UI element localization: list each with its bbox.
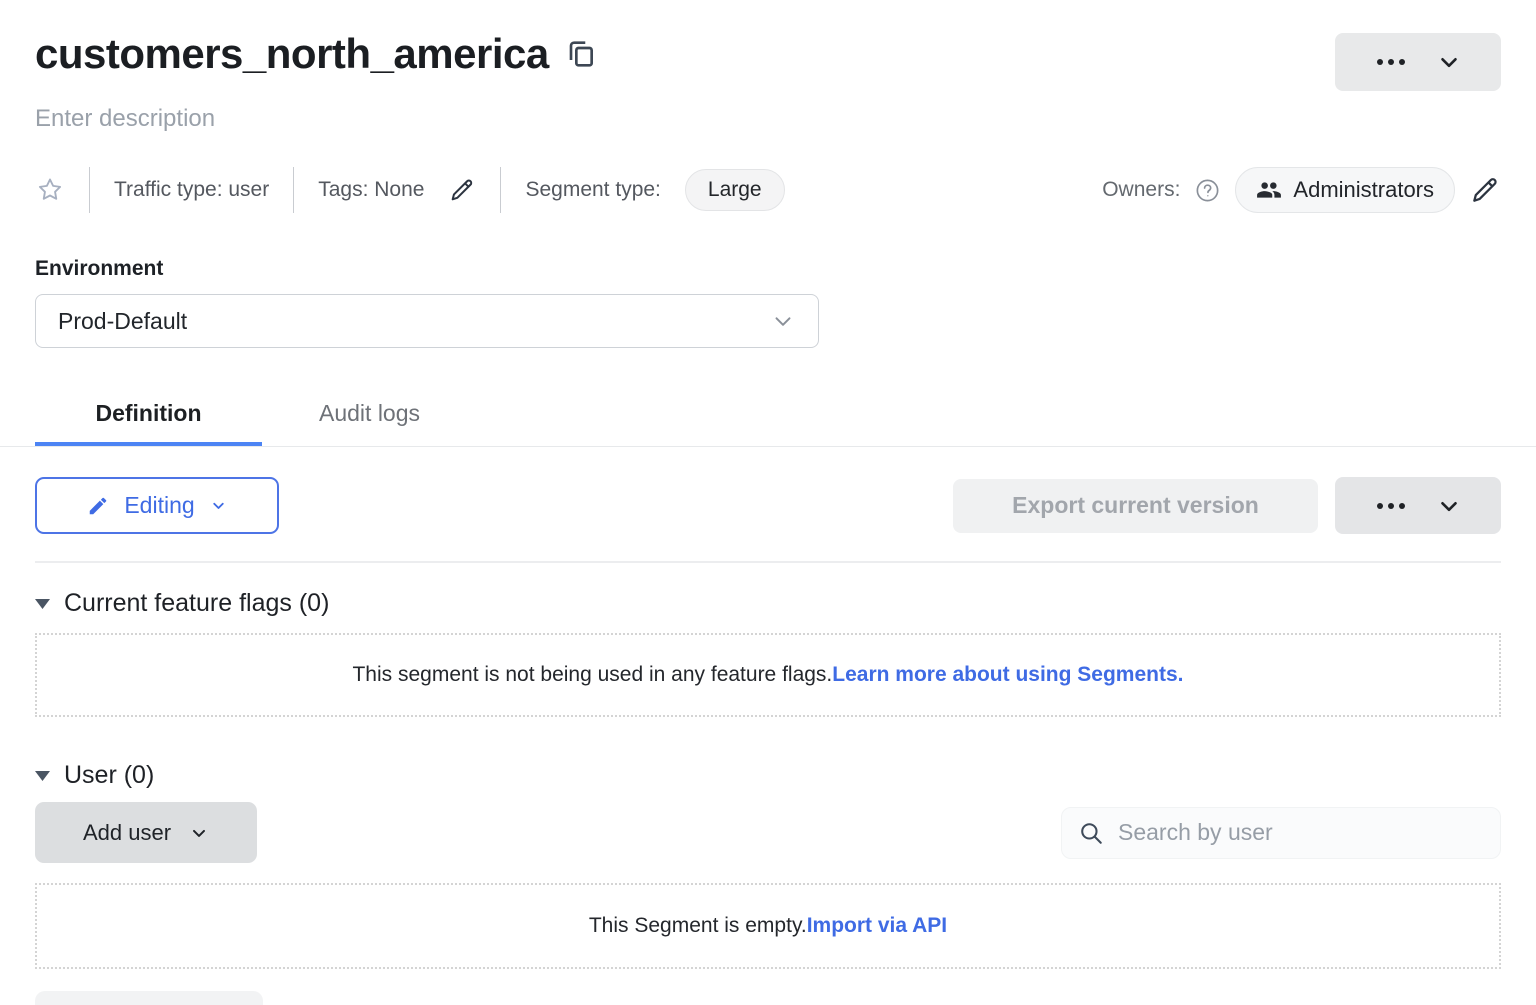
cut-off-button xyxy=(35,991,263,1005)
tab-definition-label: Definition xyxy=(95,400,201,426)
more-dots-icon xyxy=(1375,503,1408,509)
chevron-down-icon xyxy=(1436,493,1462,519)
user-search xyxy=(1061,807,1501,859)
people-icon xyxy=(1256,177,1282,203)
divider xyxy=(293,167,294,213)
segment-detail-page: customers_north_america Enter descriptio… xyxy=(0,0,1536,1002)
export-current-version-button[interactable]: Export current version xyxy=(953,479,1318,533)
meta-left: Traffic type: user Tags: None Segment ty… xyxy=(35,167,785,213)
user-controls: Add user xyxy=(35,802,1501,863)
divider xyxy=(89,167,90,213)
environment-selected-value: Prod-Default xyxy=(58,308,187,335)
copy-icon[interactable] xyxy=(565,38,597,70)
search-by-user-input[interactable] xyxy=(1116,818,1484,847)
segment-type-label: Segment type: xyxy=(525,178,660,202)
help-icon[interactable] xyxy=(1194,177,1221,204)
editing-mode-button[interactable]: Editing xyxy=(35,477,279,534)
favorite-star-icon[interactable] xyxy=(35,175,65,205)
editing-label: Editing xyxy=(124,492,194,519)
tab-audit-logs[interactable]: Audit logs xyxy=(262,388,477,446)
environment-select[interactable]: Prod-Default xyxy=(35,294,819,348)
add-user-label: Add user xyxy=(83,820,171,846)
toolbar-more-menu-button[interactable] xyxy=(1335,477,1501,534)
user-empty-state: This Segment is empty.Import via API xyxy=(35,883,1501,969)
owners-label: Owners: xyxy=(1102,178,1180,202)
environment-label: Environment xyxy=(35,257,1501,281)
title-wrap: customers_north_america xyxy=(35,30,597,78)
user-heading[interactable]: User (0) xyxy=(35,761,1501,790)
feature-flags-empty-state: This segment is not being used in any fe… xyxy=(35,633,1501,717)
chevron-down-icon xyxy=(189,823,209,843)
chevron-down-icon xyxy=(770,308,796,334)
tags-label: Tags: None xyxy=(318,178,424,202)
tab-audit-logs-label: Audit logs xyxy=(319,400,420,426)
feature-flags-heading[interactable]: Current feature flags (0) xyxy=(35,589,1501,618)
search-icon xyxy=(1078,820,1104,846)
meta-row: Traffic type: user Tags: None Segment ty… xyxy=(35,167,1501,213)
toolbar-right: Export current version xyxy=(953,477,1501,534)
header-more-menu-button[interactable] xyxy=(1335,33,1501,91)
feature-flags-empty-text: This segment is not being used in any fe… xyxy=(352,663,832,687)
user-heading-label: User (0) xyxy=(64,761,154,790)
meta-right: Owners: Administrators xyxy=(1102,167,1501,213)
tab-bar: Definition Audit logs xyxy=(0,388,1536,447)
import-via-api-link[interactable]: Import via API xyxy=(807,914,947,938)
header: customers_north_america xyxy=(35,0,1501,91)
learn-more-link[interactable]: Learn more about using Segments. xyxy=(832,663,1183,687)
more-dots-icon xyxy=(1375,59,1408,65)
edit-tags-icon[interactable] xyxy=(448,176,476,204)
feature-flags-heading-label: Current feature flags (0) xyxy=(64,589,329,618)
chevron-down-icon xyxy=(210,497,227,514)
segment-type-badge: Large xyxy=(685,169,785,211)
collapse-triangle-icon xyxy=(35,771,50,781)
page-title: customers_north_america xyxy=(35,30,549,78)
user-section: User (0) Add user This Segment is empty.… xyxy=(35,761,1501,969)
section-divider xyxy=(35,561,1501,563)
user-empty-text: This Segment is empty. xyxy=(589,914,807,938)
owners-value: Administrators xyxy=(1293,177,1434,203)
edit-owners-icon[interactable] xyxy=(1469,174,1501,206)
pencil-icon xyxy=(87,495,109,517)
traffic-type-label: Traffic type: user xyxy=(114,178,269,202)
chevron-down-icon xyxy=(1436,49,1462,75)
definition-toolbar: Editing Export current version xyxy=(35,477,1501,534)
feature-flags-section: Current feature flags (0) This segment i… xyxy=(35,589,1501,717)
description-placeholder[interactable]: Enter description xyxy=(35,105,1501,133)
owners-badge[interactable]: Administrators xyxy=(1235,167,1455,213)
tab-definition[interactable]: Definition xyxy=(35,388,262,446)
collapse-triangle-icon xyxy=(35,599,50,609)
divider xyxy=(500,167,501,213)
add-user-button[interactable]: Add user xyxy=(35,802,257,863)
